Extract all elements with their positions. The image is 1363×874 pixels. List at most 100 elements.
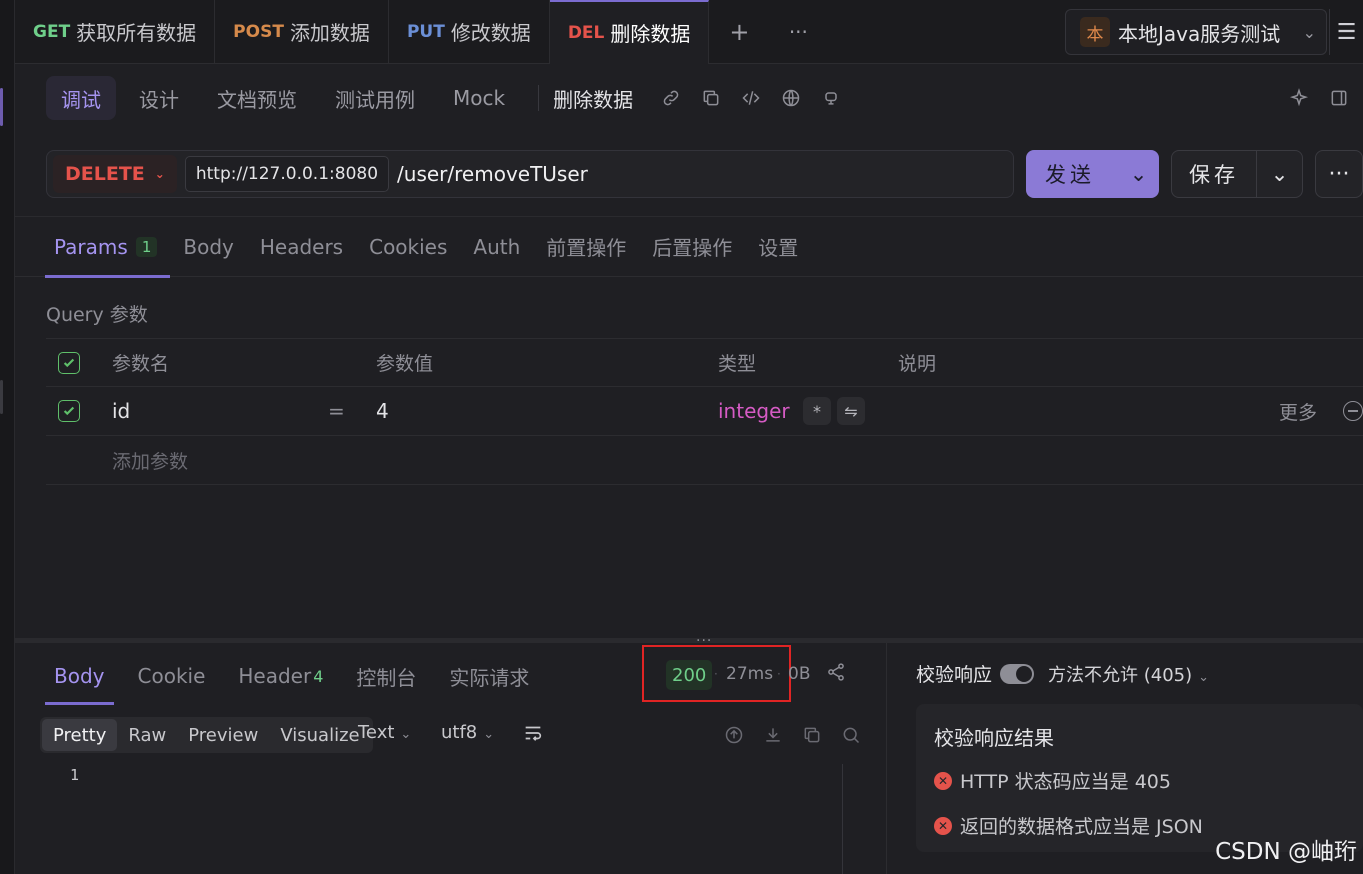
sparkle-icon[interactable] [1279, 78, 1319, 118]
tab-label: 添加数据 [289, 21, 370, 45]
chevron-down-icon[interactable]: ⌄ [1118, 162, 1159, 186]
resp-tab-body[interactable]: Body [41, 645, 118, 707]
tab-label: 删除数据 [610, 22, 691, 46]
editor-scrollbar[interactable] [842, 764, 843, 874]
validation-result-panel: 校验响应结果 ✕ HTTP 状态码应当是 405 ✕ 返回的数据格式应当是 JS… [916, 704, 1363, 852]
word-wrap-icon[interactable] [522, 722, 546, 746]
robot-icon[interactable] [811, 78, 851, 118]
select-value: utf8 [441, 722, 478, 743]
link-icon[interactable] [651, 78, 691, 118]
more-tabs-icon[interactable]: ··· [769, 0, 827, 64]
separator-dot: · [777, 667, 781, 681]
validation-select[interactable]: 方法不允许 (405) ⌄ [1048, 661, 1209, 687]
response-size: 0B [788, 664, 811, 684]
settings-toggle-icon[interactable]: ⇋ [837, 397, 865, 425]
chevron-down-icon: ⌄ [154, 167, 165, 181]
chevron-down-icon: ⌄ [400, 727, 412, 742]
subtab-design[interactable]: 设计 [124, 76, 194, 120]
more-link[interactable]: 更多 [1279, 398, 1317, 425]
tab-bar: GET 获取所有数据 POST 添加数据 PUT 修改数据 DEL 删除数据 +… [15, 0, 1363, 64]
header-value: 参数值 [376, 353, 434, 375]
url-path-input[interactable]: /user/removeTUser [397, 162, 588, 186]
header-name: 参数名 [112, 353, 170, 375]
active-marker [0, 88, 3, 126]
resp-tab-actual-request[interactable]: 实际请求 [436, 645, 542, 707]
chevron-down-icon: ⌄ [483, 727, 495, 742]
resp-tab-cookie[interactable]: Cookie [125, 645, 219, 707]
param-name[interactable]: id [112, 399, 130, 423]
tab-put-update[interactable]: PUT 修改数据 [389, 0, 550, 64]
panel-resize-divider[interactable] [15, 638, 1363, 643]
format-preview[interactable]: Preview [177, 719, 269, 751]
tab-label: Params [54, 234, 128, 259]
method-select[interactable]: DELETE ⌄ [53, 155, 177, 193]
more-options-icon[interactable]: ··· [1315, 150, 1363, 198]
environment-select[interactable]: 本 本地Java服务测试 ⌄ [1065, 9, 1327, 55]
response-time: 27ms [726, 664, 774, 684]
row-checkbox[interactable] [58, 400, 80, 422]
tab-headers[interactable]: Headers [247, 216, 356, 277]
tab-get-all[interactable]: GET 获取所有数据 [15, 0, 216, 64]
panel-toggle-icon[interactable] [1319, 78, 1359, 118]
url-bar: DELETE ⌄ http://127.0.0.1:8080 /user/rem… [46, 150, 1014, 198]
left-strip [0, 0, 15, 874]
tab-settings[interactable]: 设置 [745, 216, 811, 277]
subtab-doc-preview[interactable]: 文档预览 [202, 76, 312, 120]
add-tab-icon[interactable]: + [709, 0, 769, 64]
tab-body[interactable]: Body [170, 216, 247, 277]
format-pretty[interactable]: Pretty [42, 719, 118, 751]
tab-post-add[interactable]: POST 添加数据 [215, 0, 389, 64]
chevron-down-icon: ⌄ [1198, 669, 1210, 685]
header-desc: 说明 [898, 353, 937, 375]
param-type[interactable]: integer [718, 399, 790, 423]
tab-params[interactable]: Params 1 [41, 216, 171, 278]
divider [538, 85, 540, 111]
method-value: DELETE [65, 163, 145, 185]
add-param-input[interactable]: 添加参数 [112, 447, 188, 474]
select-value: Text [358, 722, 395, 743]
code-icon[interactable] [731, 78, 771, 118]
resp-tab-console[interactable]: 控制台 [343, 645, 429, 707]
equals-sign: = [328, 399, 345, 423]
subtab-mock[interactable]: Mock [438, 76, 520, 120]
copy-icon[interactable] [691, 78, 731, 118]
validation-toggle[interactable] [1000, 663, 1035, 684]
tab-auth[interactable]: Auth [460, 216, 533, 277]
subtab-test-cases[interactable]: 测试用例 [320, 76, 430, 120]
method-label: GET [33, 21, 71, 42]
share-icon[interactable] [826, 662, 852, 688]
tab-pre-ops[interactable]: 前置操作 [533, 216, 639, 277]
count-badge: 4 [313, 666, 324, 686]
copy-icon[interactable] [792, 722, 831, 748]
subtab-debug[interactable]: 调试 [46, 76, 116, 120]
error-icon: ✕ [934, 816, 952, 835]
validation-item-text: HTTP 状态码应当是 405 [960, 771, 1171, 793]
base-url[interactable]: http://127.0.0.1:8080 [184, 156, 390, 192]
header-type: 类型 [718, 353, 757, 375]
hamburger-menu-icon[interactable]: ☰ [1329, 9, 1363, 55]
check-icon [63, 358, 75, 367]
tab-post-ops[interactable]: 后置操作 [639, 216, 745, 277]
tab-del-delete[interactable]: DEL 删除数据 [549, 0, 710, 64]
save-button[interactable]: 保存 ⌄ [1171, 150, 1303, 198]
sub-toolbar: 调试 设计 文档预览 测试用例 Mock 删除数据 [15, 64, 1363, 132]
send-button[interactable]: 发送 ⌄ [1026, 150, 1159, 198]
remove-row-icon[interactable] [1343, 401, 1363, 421]
api-name: 删除数据 [553, 87, 634, 112]
encoding-select[interactable]: utf8 ⌄ [441, 722, 494, 743]
select-all-checkbox[interactable] [58, 351, 80, 374]
globe-icon[interactable] [771, 78, 811, 118]
format-raw[interactable]: Raw [117, 719, 177, 751]
required-toggle[interactable]: * [803, 397, 831, 425]
vertical-divider[interactable] [886, 643, 887, 874]
format-visualize[interactable]: Visualize [269, 719, 370, 751]
tab-cookies[interactable]: Cookies [356, 216, 460, 277]
count-badge: 1 [135, 236, 158, 257]
upload-icon[interactable] [714, 722, 753, 748]
param-value[interactable]: 4 [376, 399, 389, 423]
search-icon[interactable] [831, 722, 870, 748]
text-type-select[interactable]: Text ⌄ [358, 722, 411, 743]
download-icon[interactable] [753, 722, 792, 748]
resp-tab-header[interactable]: Header 4 [225, 645, 336, 707]
chevron-down-icon[interactable]: ⌄ [1257, 162, 1302, 186]
